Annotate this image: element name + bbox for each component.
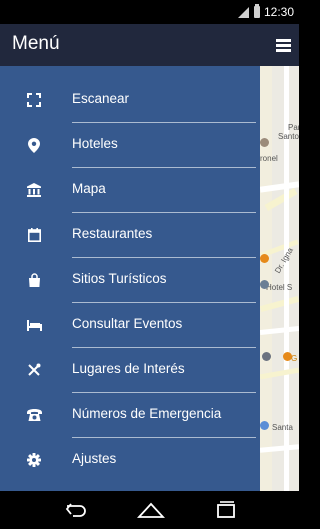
menu-item-restaurantes[interactable]: Restaurantes: [0, 213, 260, 258]
scan-icon: [26, 92, 42, 108]
map-label: Santo Do: [278, 132, 299, 141]
gear-icon: [26, 452, 42, 468]
menu-item-label: Lugares de Interés: [72, 361, 185, 376]
location-pin-icon: [26, 137, 42, 153]
menu-item-mapa[interactable]: Mapa: [0, 168, 260, 213]
back-icon[interactable]: [64, 500, 88, 520]
utensils-icon: [26, 362, 42, 378]
app-toolbar: Menú: [0, 24, 299, 66]
home-icon[interactable]: [136, 500, 166, 520]
map-pin-icon: [260, 421, 269, 430]
system-navigation-bar: [0, 491, 299, 529]
menu-item-lugares-de-interes[interactable]: Lugares de Interés: [0, 348, 260, 393]
map-label: Santa: [272, 423, 293, 432]
menu-item-label: Mapa: [72, 181, 106, 196]
menu-item-consultar-eventos[interactable]: Consultar Eventos: [0, 303, 260, 348]
status-bar: 12:30: [0, 0, 299, 24]
map-pin-icon: [283, 352, 292, 361]
menu-item-label: Sitios Turísticos: [72, 271, 167, 286]
menu-item-label: Restaurantes: [72, 226, 153, 241]
map-pin-icon: [260, 138, 269, 147]
map-label: Hotel S: [266, 283, 293, 292]
hamburger-icon[interactable]: [276, 39, 291, 52]
map-pin-icon: [260, 280, 269, 289]
museum-icon: [26, 182, 42, 198]
menu-item-label: Números de Emergencia: [72, 406, 222, 421]
signal-icon: [238, 7, 249, 18]
menu-item-escanear[interactable]: Escanear: [0, 78, 260, 123]
telephone-icon: [26, 407, 42, 423]
toolbar-title: Menú: [12, 33, 60, 54]
bed-icon: [26, 317, 42, 333]
shopping-bag-icon: [26, 272, 42, 288]
menu-item-ajustes[interactable]: Ajustes: [0, 438, 260, 483]
map-view[interactable]: Parro Santo Do ronel Dr. Igna Hotel S G …: [260, 66, 299, 491]
calendar-icon: [26, 227, 42, 243]
menu-item-sitios-turisticos[interactable]: Sitios Turísticos: [0, 258, 260, 303]
map-pin-icon: [262, 352, 271, 361]
map-label: ronel: [260, 154, 278, 163]
map-pin-icon: [260, 254, 269, 263]
status-time: 12:30: [264, 5, 295, 19]
menu-item-hoteles[interactable]: Hoteles: [0, 123, 260, 168]
menu-item-label: Hoteles: [72, 136, 118, 151]
menu-item-label: Ajustes: [72, 451, 117, 466]
menu-item-label: Escanear: [72, 91, 130, 106]
battery-icon: [254, 4, 260, 18]
recent-apps-icon[interactable]: [215, 500, 237, 520]
navigation-drawer: Escanear Hoteles Mapa Restaurantes Sitio…: [0, 66, 260, 491]
menu-item-label: Consultar Eventos: [72, 316, 183, 331]
map-label: Parro: [288, 123, 299, 132]
menu-item-numeros-de-emergencia[interactable]: Números de Emergencia: [0, 393, 260, 438]
